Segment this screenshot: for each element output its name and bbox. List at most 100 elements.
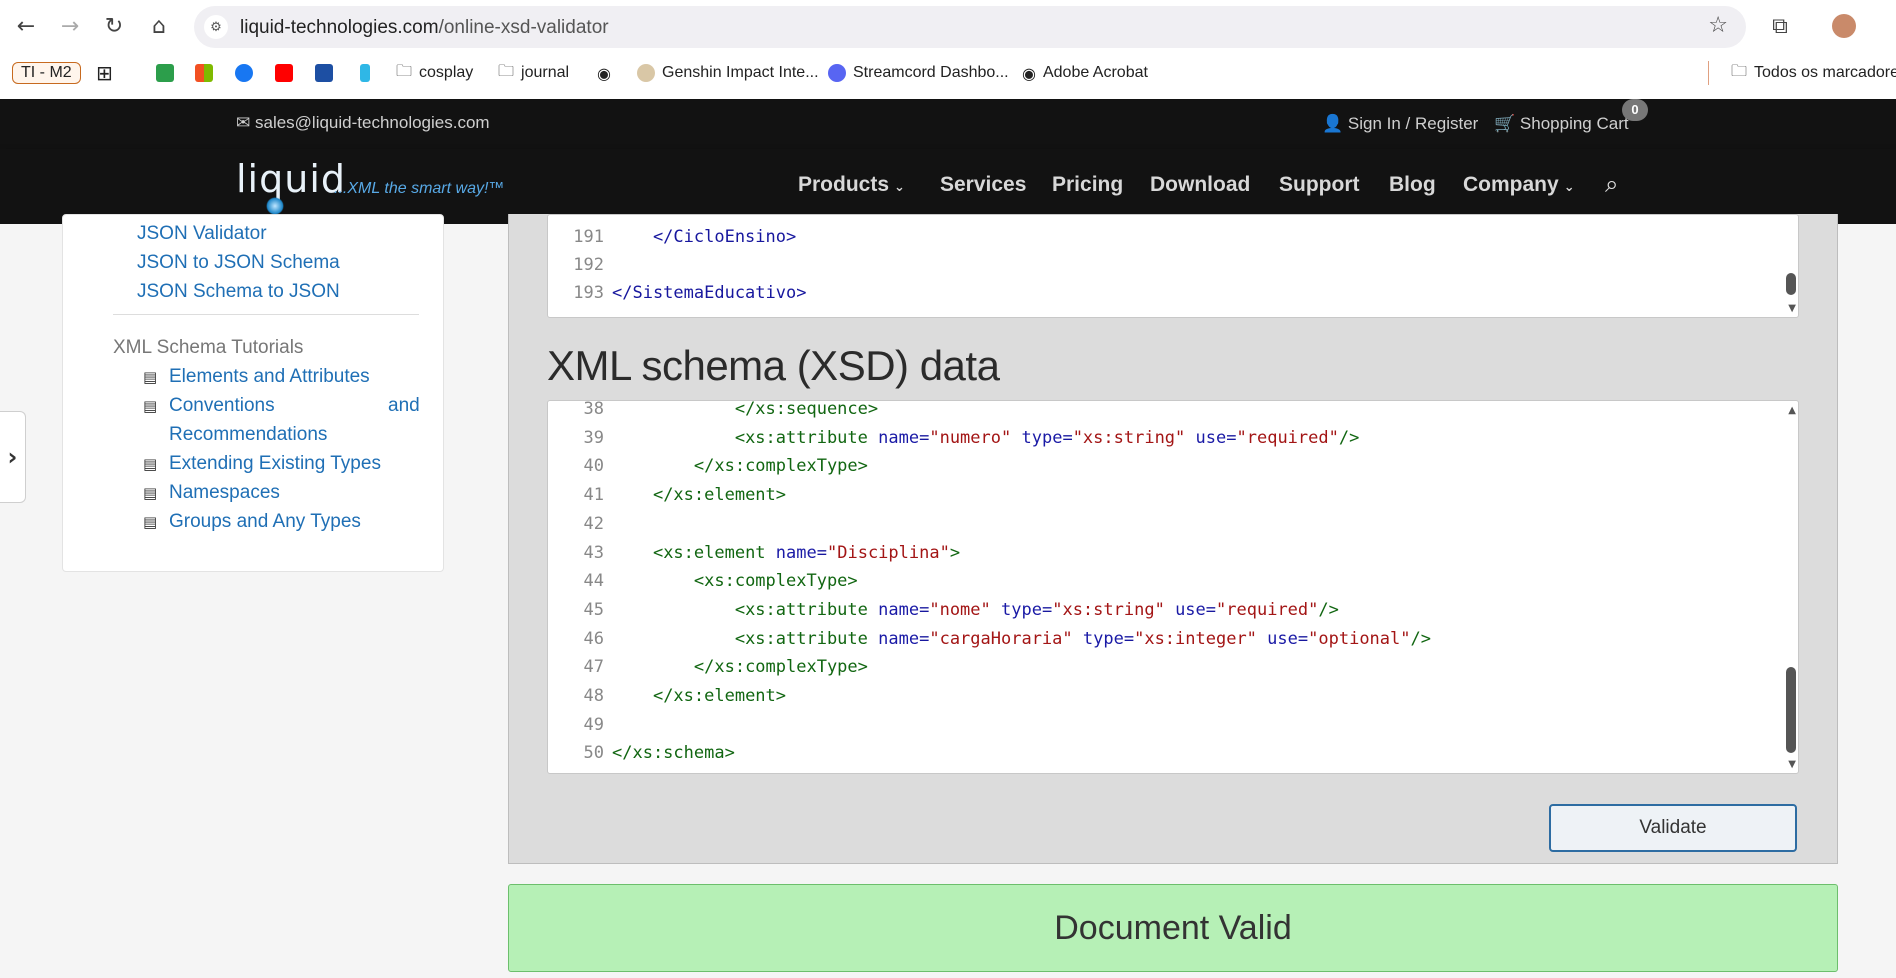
reload-icon[interactable]: ↻ [98,10,130,42]
scroll-up-arrow-icon[interactable]: ▲ [1788,405,1796,416]
code-line: 48 </xs:element> [548,686,1798,714]
cart-count-badge: 0 [1622,99,1648,121]
nav-products[interactable]: Products ⌄ [798,173,905,197]
search-icon[interactable]: ⌕ [1605,170,1618,198]
xml-tag: <xs:attribute [734,599,868,620]
book-icon: ▤ [143,484,158,502]
divider [113,314,419,315]
scroll-down-arrow-icon[interactable]: ▼ [1788,303,1796,314]
xml-tag: <xs:attribute [734,427,868,448]
sidebar: JSON Validator JSON to JSON Schema JSON … [62,214,444,572]
nav-support[interactable]: Support [1279,173,1359,197]
nav-blog[interactable]: Blog [1389,173,1436,197]
bookmark-folder-journal[interactable]: 🗀 journal [498,61,569,85]
sidebar-link-json-schema-to-json[interactable]: JSON Schema to JSON [137,281,340,303]
sign-in-link[interactable]: 👤 Sign In / Register [1322,114,1478,134]
home-icon[interactable]: ⌂ [143,10,175,42]
sidebar-link-json-validator[interactable]: JSON Validator [137,223,267,245]
line-number: 44 [583,571,604,592]
bookmark-folder-cosplay[interactable]: 🗀 cosplay [396,61,473,85]
url-text[interactable]: liquid-technologies.com/online-xsd-valid… [240,17,609,39]
globe-icon[interactable]: ◉ [597,61,611,85]
xml-tag: <xs:complexType> [693,571,858,592]
xsd-editor-scrollbar[interactable] [1786,667,1796,753]
bookmark-icon-blue[interactable] [315,61,333,85]
xml-editor-scrollbar[interactable] [1786,273,1796,295]
site-info-icon[interactable]: ⚙ [204,15,228,39]
code-line: 40 </xs:complexType> [548,456,1798,484]
line-number: 41 [583,485,604,506]
xml-attr-value: "xs:string" [1072,427,1186,448]
nav-company[interactable]: Company ⌄ [1463,173,1575,197]
tutorial-groups-and-any-types[interactable]: ▤ Groups and Any Types [143,511,361,533]
cart-icon: 🛒 [1494,114,1516,134]
bookmark-star-icon[interactable]: ☆ [1708,13,1728,38]
xml-attr-name: type [1001,599,1042,620]
folder-icon: 🗀 [498,60,515,80]
bookmark-icon-cyan[interactable] [360,61,370,85]
xml-data-editor[interactable]: 193 </SistemaEducativo> 192 191 </CicloEnsi… [547,214,1799,318]
forward-arrow-icon[interactable]: → [54,10,86,42]
line-number: 50 [583,743,604,764]
xml-attr-value: "required" [1216,599,1319,620]
xml-tag: </xs:sequence> [734,400,879,419]
xml-tag: </xs:schema> [612,743,735,764]
tutorial-recommendations[interactable]: Recommendations [169,424,327,446]
code-line: 46 <xs:attribute name="cargaHoraria" typ… [548,629,1798,657]
xml-tag-close: /> [1338,427,1360,448]
shopping-cart-link[interactable]: 🛒 Shopping Cart [1494,114,1629,134]
code-line: 47 </xs:complexType> [548,657,1798,685]
code-text: </xs:complexType> [612,657,868,677]
facebook-icon[interactable] [235,61,253,85]
tutorial-elements-and-attributes[interactable]: ▤ Elements and Attributes [143,366,370,388]
xml-attr-name: name [878,427,920,448]
tutorial-namespaces[interactable]: ▤ Namespaces [143,482,280,504]
tutorial-conventions[interactable]: ▤ Conventions [143,395,275,417]
code-text: </xs:complexType> [612,456,868,476]
code-text: </xs:schema> [612,743,735,763]
extensions-icon[interactable]: ⧉ [1764,10,1796,42]
line-number: 45 [583,599,604,620]
address-bar[interactable]: ⚙ liquid-technologies.com/online-xsd-val… [194,6,1746,48]
youtube-icon[interactable] [275,61,293,85]
book-icon: ▤ [143,397,158,415]
line-number: 49 [583,714,604,735]
bookmark-adobe-acrobat[interactable]: ◉ Adobe Acrobat [1022,61,1148,85]
bookmark-ti-m2[interactable]: TI - M2 [12,61,81,85]
back-arrow-icon[interactable]: ← [10,10,42,42]
liquid-logo[interactable]: liquid ...XML the smart way!™ [236,157,506,217]
scroll-down-arrow-icon[interactable]: ▼ [1788,759,1796,770]
code-line: 193 </SistemaEducativo> [548,283,1798,311]
tutorial-conventions-and[interactable]: and [388,395,420,417]
globe-icon: ◉ [1022,63,1036,83]
nav-pricing[interactable]: Pricing [1052,173,1123,197]
bookmark-genshin[interactable]: Genshin Impact Inte... [637,61,819,85]
bookmark-icon-windows[interactable] [195,61,213,85]
apps-grid-icon[interactable]: ⊞ [96,61,113,85]
code-line: 45 <xs:attribute name="nome" type="xs:st… [548,600,1798,628]
tutorial-extending-existing-types[interactable]: ▤ Extending Existing Types [143,453,381,475]
email-link[interactable]: ✉ sales@liquid-technologies.com [236,113,490,133]
line-number: 48 [583,686,604,706]
xml-attr-name: use [1267,628,1298,649]
code-line: 39 <xs:attribute name="numero" type="xs:… [548,428,1798,456]
profile-avatar[interactable] [1832,14,1856,38]
code-text: </xs:sequence> [612,400,879,419]
validate-button[interactable]: Validate [1549,804,1797,852]
xml-attr-value: "xs:string" [1052,599,1165,620]
xml-attr-value: "cargaHoraria" [929,628,1073,649]
xml-attr-name: type [1021,427,1063,448]
code-text: </xs:element> [612,485,786,505]
code-line: 43 <xs:element name="Disciplina"> [548,543,1798,571]
sidebar-link-json-to-json-schema[interactable]: JSON to JSON Schema [137,252,340,274]
nav-services[interactable]: Services [940,173,1026,197]
bookmark-streamcord[interactable]: Streamcord Dashbo... [828,61,1009,85]
xsd-data-editor[interactable]: 50 </xs:schema> 49 48 </xs:element> 47 </xs:… [547,400,1799,774]
bookmark-icon-green[interactable] [156,61,174,85]
xml-attr-value: "Disciplina" [827,542,950,563]
sidebar-toggle-chevron-icon[interactable]: › [0,411,26,503]
main-navigation: liquid ...XML the smart way!™ Products ⌄ … [0,149,1896,224]
bookmark-all-folder[interactable]: 🗀 Todos os marcadores [1708,61,1896,85]
nav-download[interactable]: Download [1150,173,1250,197]
book-icon: ▤ [143,455,158,473]
